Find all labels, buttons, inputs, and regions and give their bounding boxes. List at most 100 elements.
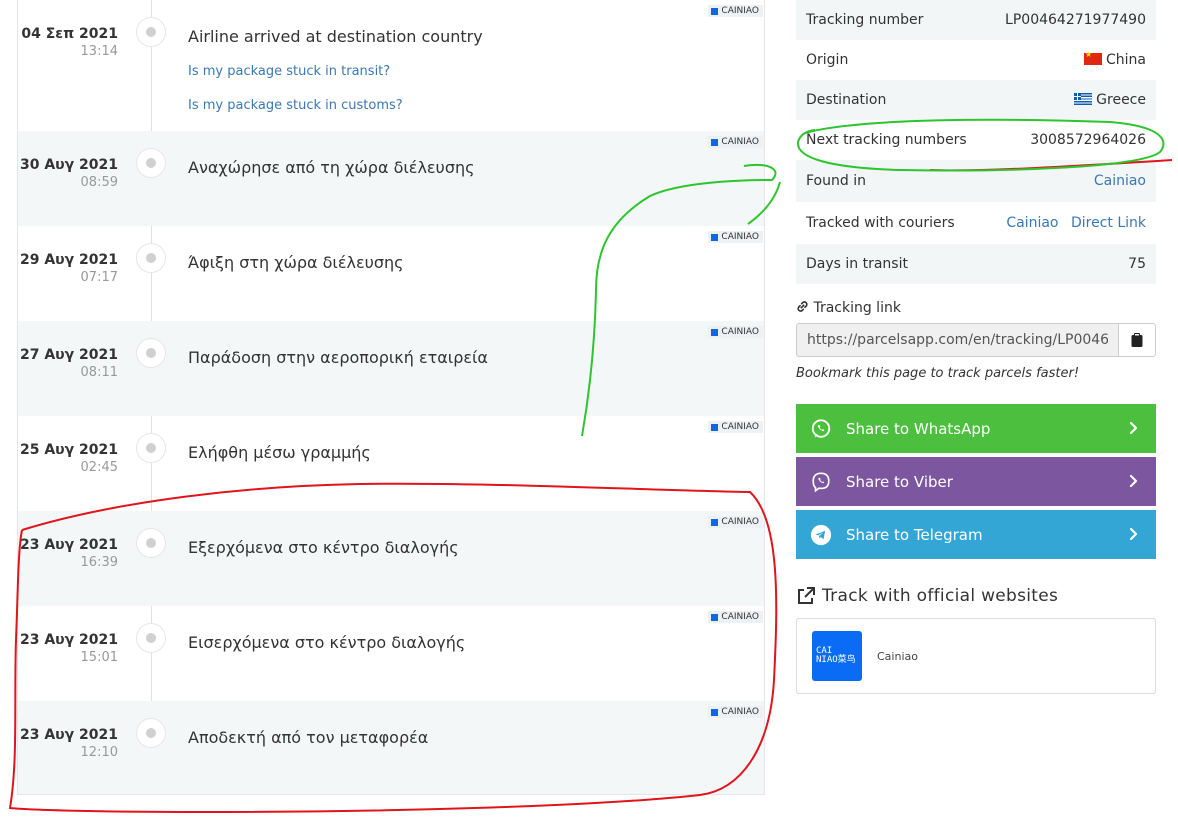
carrier-badge: CAINIAO [708, 136, 763, 148]
timeline-event: 23 Αυγ 2021 12:10 Αποδεκτή από τον μεταφ… [18, 701, 764, 794]
event-date: 23 Αυγ 2021 [19, 727, 118, 743]
tracking-link-group [796, 323, 1156, 357]
link-icon [797, 301, 808, 312]
timeline-event: 27 Αυγ 2021 08:11 Παράδοση στην αεροπορι… [18, 321, 764, 416]
event-date: 27 Αυγ 2021 [19, 347, 118, 363]
destination-row: Destination Greece [796, 80, 1156, 120]
tracking-link-heading: Tracking link [796, 300, 901, 316]
tracking-number-value: LP00464271977490 [1005, 12, 1146, 28]
event-time: 07:17 [80, 270, 118, 285]
event-date: 23 Αυγ 2021 [19, 537, 118, 553]
bookmark-note: Bookmark this page to track parcels fast… [796, 366, 1080, 381]
event-status: Airline arrived at destination country [188, 27, 483, 46]
official-website-card[interactable]: CAI NIAO菜鸟 Cainiao [796, 618, 1156, 694]
parcel-info-table: Tracking number LP00464271977490 Origin … [796, 0, 1156, 284]
origin-value: China [1106, 52, 1146, 68]
next-tracking-value: 3008572964026 [1030, 132, 1146, 148]
share-telegram-label: Share to Telegram [846, 525, 983, 544]
chevron-right-icon [1129, 527, 1138, 541]
official-websites-heading: Track with official websites [796, 586, 1058, 606]
courier-link[interactable]: Cainiao [1006, 215, 1058, 231]
origin-value-wrap: China [1084, 50, 1146, 68]
tracking-timeline: 04 Σεπ 2021 13:14 Airline arrived at des… [17, 0, 765, 795]
carrier-badge: CAINIAO [708, 706, 763, 718]
logo-line-2: NIAO菜鸟 [816, 655, 856, 665]
share-viber-button[interactable]: Share to Viber [796, 457, 1156, 506]
event-status: Άφιξη στη χώρα διέλευσης [188, 253, 404, 272]
event-status: Παράδοση στην αεροπορική εταιρεία [188, 348, 488, 367]
event-datetime: 04 Σεπ 2021 13:14 [21, 26, 118, 59]
event-datetime: 25 Αυγ 2021 02:45 [20, 442, 118, 475]
external-link-icon [798, 587, 815, 604]
cainiao-logo: CAI NIAO菜鸟 [812, 631, 862, 681]
tracking-number-label: Tracking number [806, 12, 924, 28]
timeline-dot [136, 623, 166, 653]
found-in-label: Found in [806, 173, 866, 189]
greece-flag-icon [1074, 93, 1093, 105]
stuck-in-transit-link[interactable]: Is my package stuck in transit? [188, 64, 390, 79]
share-whatsapp-button[interactable]: Share to WhatsApp [796, 404, 1156, 453]
cainiao-icon [711, 138, 719, 146]
event-time: 16:39 [80, 555, 118, 570]
event-time: 02:45 [80, 460, 118, 475]
china-flag-icon [1084, 50, 1102, 65]
found-in-link[interactable]: Cainiao [1094, 173, 1146, 189]
timeline-event: 25 Αυγ 2021 02:45 Ελήφθη μέσω γραμμής CA… [18, 416, 764, 511]
copy-link-button[interactable] [1118, 323, 1156, 357]
event-status: Εξερχόμενα στο κέντρο διαλογής [188, 538, 459, 557]
carrier-name: CAINIAO [721, 707, 759, 717]
event-time: 13:14 [80, 44, 118, 59]
days-in-transit-label: Days in transit [806, 256, 908, 272]
share-telegram-button[interactable]: Share to Telegram [796, 510, 1156, 559]
timeline-dot [136, 243, 166, 273]
carrier-badge: CAINIAO [708, 5, 763, 17]
tracking-link-input[interactable] [796, 323, 1118, 357]
tracked-with-row: Tracked with couriers Cainiao Direct Lin… [796, 202, 1156, 244]
carrier-name: CAINIAO [721, 327, 759, 337]
event-date: 04 Σεπ 2021 [21, 26, 118, 42]
viber-icon [812, 471, 830, 492]
official-websites-title: Track with official websites [822, 586, 1059, 606]
clipboard-icon [1131, 333, 1143, 347]
destination-value: Greece [1096, 92, 1146, 108]
stuck-in-customs-link[interactable]: Is my package stuck in customs? [188, 98, 403, 113]
event-time: 12:10 [80, 745, 118, 760]
official-website-name: Cainiao [877, 649, 918, 663]
timeline-event: 30 Αυγ 2021 08:59 Αναχώρησε από τη χώρα … [18, 131, 764, 226]
chevron-right-icon [1129, 474, 1138, 488]
carrier-badge: CAINIAO [708, 326, 763, 338]
event-time: 08:11 [80, 365, 118, 380]
event-status: Εισερχόμενα στο κέντρο διαλογής [188, 633, 466, 652]
cainiao-icon [711, 328, 719, 336]
tracking-link-label: Tracking link [813, 300, 901, 316]
timeline-dot [136, 338, 166, 368]
event-date: 30 Αυγ 2021 [19, 157, 118, 173]
carrier-badge: CAINIAO [708, 421, 763, 433]
carrier-name: CAINIAO [721, 232, 759, 242]
cainiao-icon [711, 518, 719, 526]
cainiao-icon [711, 423, 719, 431]
cainiao-icon [711, 613, 719, 621]
timeline-event: 04 Σεπ 2021 13:14 Airline arrived at des… [18, 0, 764, 113]
timeline-event: 23 Αυγ 2021 15:01 Εισερχόμενα στο κέντρο… [18, 606, 764, 701]
event-datetime: 23 Αυγ 2021 16:39 [20, 537, 118, 570]
carrier-name: CAINIAO [721, 137, 759, 147]
direct-link[interactable]: Direct Link [1071, 215, 1146, 231]
share-whatsapp-label: Share to WhatsApp [846, 419, 991, 438]
carrier-badge: CAINIAO [708, 516, 763, 528]
next-tracking-label: Next tracking numbers [806, 132, 967, 148]
carrier-name: CAINIAO [721, 422, 759, 432]
days-in-transit-value: 75 [1128, 256, 1146, 272]
carrier-name: CAINIAO [721, 517, 759, 527]
event-datetime: 23 Αυγ 2021 12:10 [20, 727, 118, 760]
cainiao-icon [711, 7, 719, 15]
timeline-dot [136, 148, 166, 178]
days-in-transit-row: Days in transit 75 [796, 244, 1156, 284]
event-status: Αποδεκτή από τον μεταφορέα [188, 728, 429, 747]
origin-label: Origin [806, 52, 849, 68]
event-status: Αναχώρησε από τη χώρα διέλευσης [188, 158, 475, 177]
timeline-dot [136, 718, 166, 748]
timeline-event: 23 Αυγ 2021 16:39 Εξερχόμενα στο κέντρο … [18, 511, 764, 606]
event-date: 29 Αυγ 2021 [19, 252, 118, 268]
next-tracking-row: Next tracking numbers 3008572964026 [796, 120, 1156, 160]
